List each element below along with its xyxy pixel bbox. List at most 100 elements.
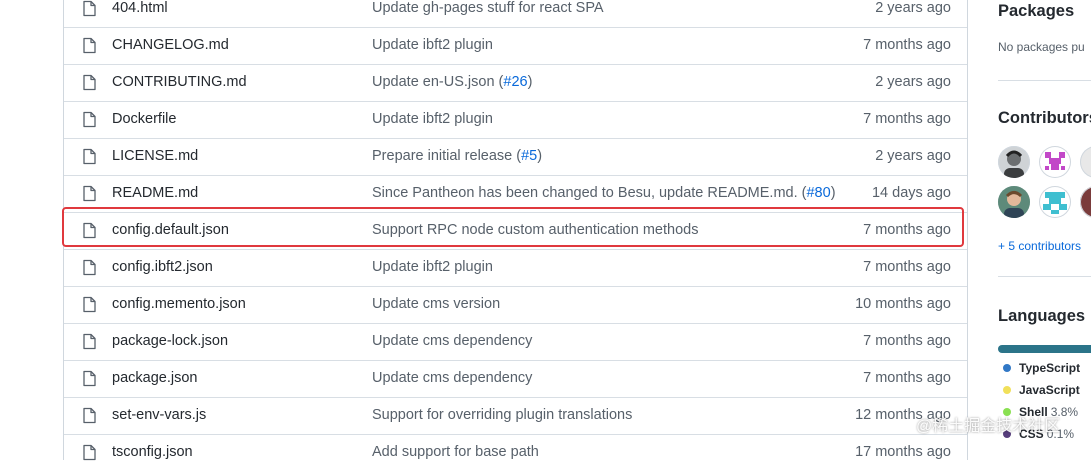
language-item[interactable]: JavaScript xyxy=(1003,383,1083,397)
contributor-avatar[interactable] xyxy=(1080,186,1091,218)
commit-message-text: Support RPC node custom authentication m… xyxy=(372,222,699,238)
file-name-link[interactable]: CHANGELOG.md xyxy=(112,37,229,53)
language-item[interactable]: TypeScript xyxy=(1003,361,1083,375)
more-contributors-link[interactable]: + 5 contributors xyxy=(998,239,1081,253)
file-name-link[interactable]: package.json xyxy=(112,370,197,386)
packages-text: No packages pu xyxy=(998,40,1085,54)
language-color-dot xyxy=(1003,364,1011,372)
language-percent: 0.1% xyxy=(1046,427,1075,441)
language-item[interactable]: Shell 3.8% xyxy=(1003,405,1078,419)
file-row[interactable]: CHANGELOG.md Update ibft2 plugin 7 months … xyxy=(64,27,967,64)
file-row[interactable]: README.md Since Pantheon has been changed… xyxy=(64,175,967,212)
file-icon xyxy=(83,296,96,313)
commit-message-link[interactable]: Update gh-pages stuff for react SPA xyxy=(372,0,604,16)
commit-message-text: Update ibft2 plugin xyxy=(372,111,493,127)
commit-message-link[interactable]: Update cms dependency xyxy=(372,333,532,349)
language-bar xyxy=(998,345,1091,353)
commit-message-text: Update gh-pages stuff for react SPA xyxy=(372,0,604,16)
commit-message-text: Update en-US.json ( xyxy=(372,74,504,90)
file-row[interactable]: set-env-vars.js Support for overriding pl… xyxy=(64,397,967,434)
language-percent: 3.8% xyxy=(1050,405,1079,419)
commit-message-link[interactable]: Since Pantheon has been changed to Besu,… xyxy=(372,185,836,201)
language-color-dot xyxy=(1003,430,1011,438)
file-icon xyxy=(83,148,96,165)
file-icon xyxy=(83,444,96,461)
commit-age: 14 days ago xyxy=(871,185,951,201)
file-name-link[interactable]: Dockerfile xyxy=(112,111,176,127)
commit-message-text: Update cms dependency xyxy=(372,333,533,349)
language-name: TypeScript xyxy=(1019,361,1081,375)
pull-request-link[interactable]: #26 xyxy=(503,74,527,90)
contributor-avatar[interactable] xyxy=(1080,146,1091,178)
file-row[interactable]: CONTRIBUTING.md Update en-US.json (#26) 2 … xyxy=(64,64,967,101)
file-name-link[interactable]: package-lock.json xyxy=(112,333,228,349)
language-name: JavaScript xyxy=(1019,383,1080,397)
contributor-avatar[interactable] xyxy=(998,146,1030,178)
file-row[interactable]: config.ibft2.json Update ibft2 plugin 7 mo… xyxy=(64,249,967,286)
file-row[interactable]: Dockerfile Update ibft2 plugin 7 months ag… xyxy=(64,101,967,138)
file-name-link[interactable]: config.ibft2.json xyxy=(112,259,213,275)
commit-message-text: Since Pantheon has been changed to Besu,… xyxy=(372,185,807,201)
file-icon xyxy=(83,333,96,350)
file-name-link[interactable]: config.memento.json xyxy=(112,296,246,312)
commit-message-text: Update ibft2 plugin xyxy=(372,37,493,53)
commit-age: 7 months ago xyxy=(863,37,951,53)
commit-message-link[interactable]: Update ibft2 plugin xyxy=(372,259,493,275)
languages-heading: Languages xyxy=(998,307,1086,325)
commit-age: 2 years ago xyxy=(875,74,951,90)
file-icon xyxy=(83,185,96,202)
file-name-link[interactable]: 404.html xyxy=(112,0,168,16)
commit-age: 10 months ago xyxy=(855,296,951,312)
file-name-link[interactable]: config.default.json xyxy=(112,222,229,238)
file-name-link[interactable]: set-env-vars.js xyxy=(112,407,206,423)
language-item[interactable]: CSS 0.1% xyxy=(1003,427,1074,441)
commit-message-suffix: ) xyxy=(527,74,533,90)
contributor-avatar[interactable] xyxy=(1039,186,1071,218)
commit-message-link[interactable]: Update cms version xyxy=(372,296,500,312)
commit-message-link[interactable]: Update en-US.json (#26) xyxy=(372,74,532,90)
file-icon xyxy=(83,370,96,387)
file-row[interactable]: LICENSE.md Prepare initial release (#5) 2 … xyxy=(64,138,967,175)
commit-message-link[interactable]: Prepare initial release (#5) xyxy=(372,148,542,164)
file-name-link[interactable]: README.md xyxy=(112,185,198,201)
file-row[interactable]: package-lock.json Update cms dependency 7 … xyxy=(64,323,967,360)
file-name-link[interactable]: LICENSE.md xyxy=(112,148,198,164)
commit-age: 17 months ago xyxy=(855,444,951,460)
pull-request-link[interactable]: #80 xyxy=(806,185,830,201)
language-name: Shell xyxy=(1019,405,1048,419)
commit-message-text: Update ibft2 plugin xyxy=(372,259,493,275)
file-icon xyxy=(83,222,96,239)
pull-request-link[interactable]: #5 xyxy=(521,148,537,164)
contributors-heading[interactable]: Contributors xyxy=(998,109,1091,128)
file-row[interactable]: config.memento.json Update cms version 10 … xyxy=(64,286,967,323)
file-name-link[interactable]: CONTRIBUTING.md xyxy=(112,74,247,90)
file-row[interactable]: tsconfig.json Add support for base path 17… xyxy=(64,434,967,471)
commit-message-text: Prepare initial release ( xyxy=(372,148,522,164)
contributor-avatar[interactable] xyxy=(1039,146,1071,178)
commit-message-link[interactable]: Support for overriding plugin translatio… xyxy=(372,407,632,423)
commit-age: 7 months ago xyxy=(863,259,951,275)
commit-message-link[interactable]: Update cms dependency xyxy=(372,370,532,386)
commit-age: 7 months ago xyxy=(863,222,951,238)
file-icon xyxy=(83,259,96,276)
packages-heading[interactable]: Packages xyxy=(998,2,1074,21)
commit-message-link[interactable]: Update ibft2 plugin xyxy=(372,37,493,53)
file-row[interactable]: package.json Update cms dependency 7 month… xyxy=(64,360,967,397)
file-icon xyxy=(83,74,96,91)
commit-age: 7 months ago xyxy=(863,333,951,349)
language-color-dot xyxy=(1003,386,1011,394)
language-name: CSS xyxy=(1019,427,1044,441)
commit-message-link[interactable]: Update ibft2 plugin xyxy=(372,111,493,127)
contributor-avatar[interactable] xyxy=(998,186,1030,218)
file-row[interactable]: 404.html Update gh-pages stuff for react … xyxy=(64,0,967,27)
file-row[interactable]: config.default.json Support RPC node cust… xyxy=(64,212,967,249)
commit-age: 7 months ago xyxy=(863,370,951,386)
commit-age: 2 years ago xyxy=(875,0,951,16)
commit-age: 12 months ago xyxy=(855,407,951,423)
commit-message-link[interactable]: Support RPC node custom authentication m… xyxy=(372,222,698,238)
commit-message-link[interactable]: Add support for base path xyxy=(372,444,539,460)
file-list: 404.html Update gh-pages stuff for react … xyxy=(63,0,968,461)
commit-message-suffix: ) xyxy=(830,185,836,201)
file-name-link[interactable]: tsconfig.json xyxy=(112,444,193,460)
commit-message-suffix: ) xyxy=(537,148,543,164)
